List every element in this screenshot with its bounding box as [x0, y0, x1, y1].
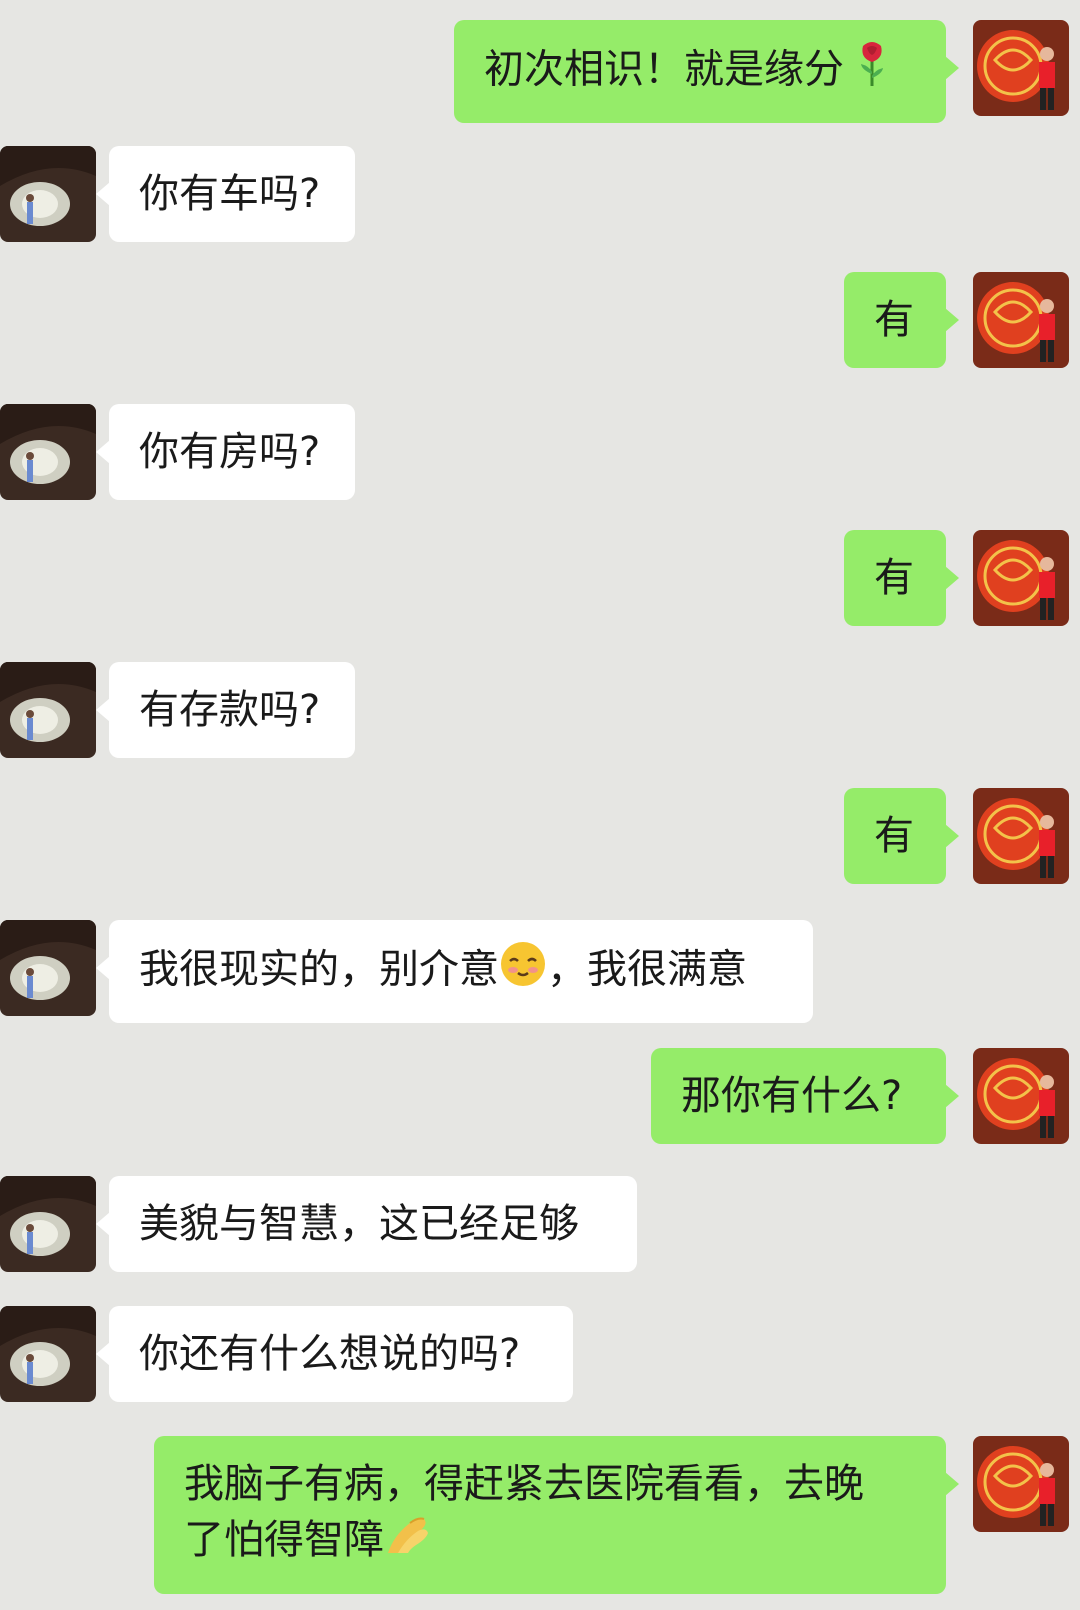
message-bubble-outgoing[interactable]: 有	[844, 530, 959, 626]
avatar-outgoing[interactable]	[973, 530, 1069, 626]
message-text: 我很现实的，别介意	[139, 946, 499, 993]
message-text: 那你有什么?	[681, 1073, 903, 1119]
message-text: 你有车吗?	[139, 171, 321, 217]
avatar-outgoing[interactable]	[973, 1048, 1069, 1144]
blushing-face-icon	[499, 940, 547, 1003]
message-text: 有存款吗?	[139, 687, 321, 733]
message-bubble-incoming[interactable]: 我很现实的，别介意 ，我很满意	[96, 920, 813, 1023]
avatar-incoming[interactable]	[0, 920, 96, 1016]
avatar-outgoing[interactable]	[973, 1436, 1069, 1532]
message-text: 初次相识！就是缘分	[484, 46, 844, 93]
pinched-fingers-icon	[384, 1513, 432, 1572]
message-text: 了怕得智障	[184, 1517, 384, 1563]
message-text: 美貌与智慧，这已经足够	[139, 1201, 579, 1247]
message-bubble-outgoing[interactable]: 那你有什么?	[651, 1048, 959, 1144]
message-text-line-1: 我脑子有病，得赶紧去医院看看，去晚	[184, 1461, 864, 1507]
message-text-line-2: 了怕得智障	[184, 1512, 916, 1572]
avatar-incoming[interactable]	[0, 1306, 96, 1402]
message-text: 有	[874, 297, 914, 343]
message-bubble-outgoing[interactable]: 有	[844, 272, 959, 368]
avatar-incoming[interactable]	[0, 404, 96, 500]
avatar-outgoing[interactable]	[973, 272, 1069, 368]
message-bubble-outgoing[interactable]: 我脑子有病，得赶紧去医院看看，去晚 了怕得智障	[154, 1436, 959, 1594]
message-bubble-outgoing[interactable]: 有	[844, 788, 959, 884]
avatar-incoming[interactable]	[0, 662, 96, 758]
message-bubble-outgoing[interactable]: 初次相识！就是缘分	[454, 20, 959, 123]
message-text: ，我很满意	[547, 946, 747, 993]
avatar-incoming[interactable]	[0, 1176, 96, 1272]
message-text: 你还有什么想说的吗?	[139, 1331, 521, 1377]
avatar-outgoing[interactable]	[973, 788, 1069, 884]
rose-icon	[857, 40, 887, 103]
message-bubble-incoming[interactable]: 你有车吗?	[96, 146, 355, 242]
avatar-outgoing[interactable]	[973, 20, 1069, 116]
message-text: 有	[874, 555, 914, 601]
message-bubble-incoming[interactable]: 有存款吗?	[96, 662, 355, 758]
message-text: 你有房吗?	[139, 429, 321, 475]
message-bubble-incoming[interactable]: 你还有什么想说的吗?	[96, 1306, 573, 1402]
avatar-incoming[interactable]	[0, 146, 96, 242]
message-bubble-incoming[interactable]: 美貌与智慧，这已经足够	[96, 1176, 637, 1272]
message-text: 有	[874, 813, 914, 859]
message-bubble-incoming[interactable]: 你有房吗?	[96, 404, 355, 500]
